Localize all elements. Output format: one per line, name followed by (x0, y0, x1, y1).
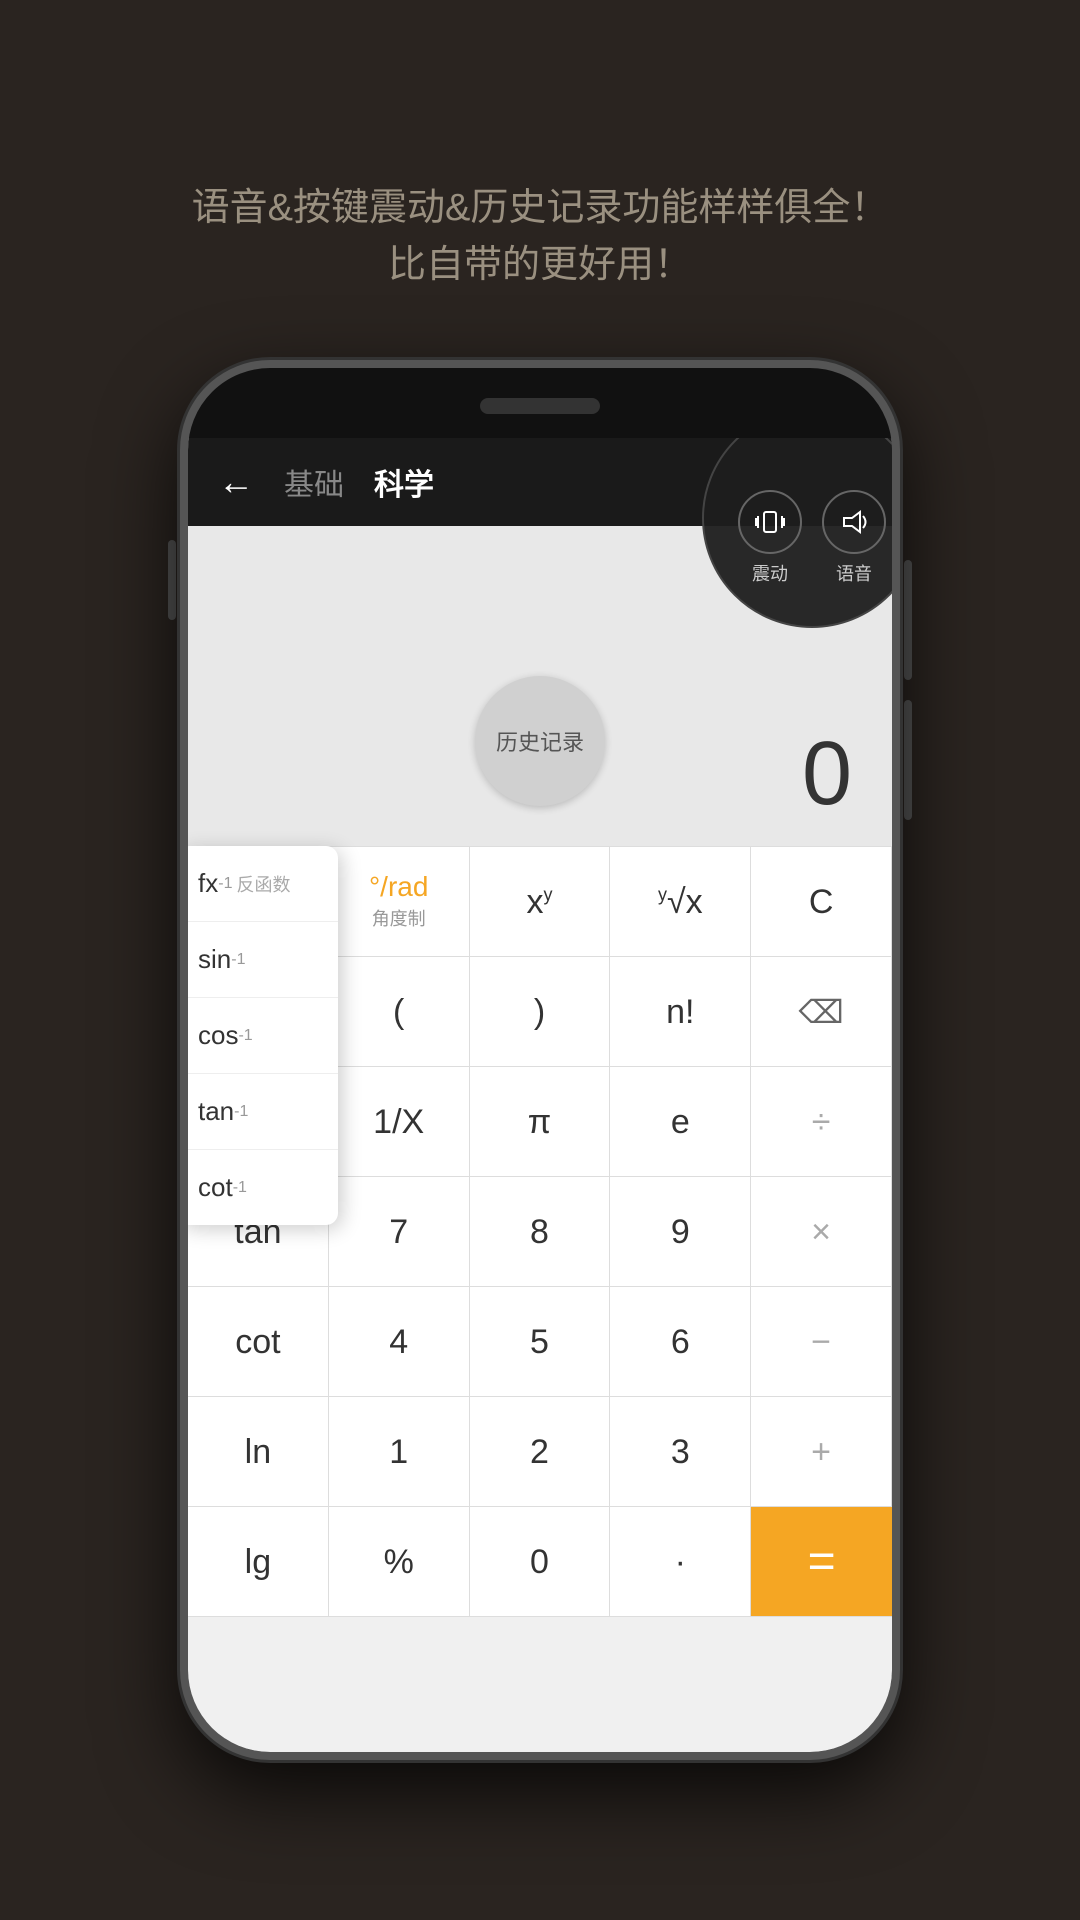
vibrate-label: 震动 (752, 560, 788, 586)
drawer-item-fx-inv[interactable]: fx-1 反函数 (188, 846, 338, 922)
drawer-item-sin-inv[interactable]: sin-1 (188, 922, 338, 998)
key-open-paren[interactable]: ( (329, 957, 470, 1067)
tab-science[interactable]: 科学 (374, 460, 434, 504)
key-pi[interactable]: π (470, 1067, 611, 1177)
keyboard: fx-1 反函数 sin-1 cos-1 tan-1 cot-1 (188, 846, 892, 1617)
key-percent[interactable]: % (329, 1507, 470, 1617)
key-cot[interactable]: cot (188, 1287, 329, 1397)
key-degree-rad[interactable]: °/rad 角度制 (329, 847, 470, 957)
key-3[interactable]: 3 (610, 1397, 751, 1507)
key-6[interactable]: 6 (610, 1287, 751, 1397)
key-2[interactable]: 2 (470, 1397, 611, 1507)
key-multiply[interactable]: × (751, 1177, 892, 1287)
key-root[interactable]: y√x (610, 847, 751, 957)
tab-basic[interactable]: 基础 (284, 460, 344, 504)
app-header: ← 基础 科学 (188, 438, 892, 526)
key-close-paren[interactable]: ) (470, 957, 611, 1067)
key-0[interactable]: 0 (470, 1507, 611, 1617)
key-decimal[interactable]: · (610, 1507, 751, 1617)
phone-shell: ← 基础 科学 (180, 360, 900, 1760)
key-subtract[interactable]: − (751, 1287, 892, 1397)
key-clear[interactable]: C (751, 847, 892, 957)
drawer-item-cot-inv[interactable]: cot-1 (188, 1150, 338, 1225)
phone-speaker (480, 398, 600, 414)
vibrate-option[interactable]: 震动 (738, 490, 802, 586)
key-factorial[interactable]: n! (610, 957, 751, 1067)
key-inverse[interactable]: 1/X (329, 1067, 470, 1177)
key-9[interactable]: 9 (610, 1177, 751, 1287)
phone-mockup: ← 基础 科学 (180, 360, 900, 1760)
phone-screen: ← 基础 科学 (188, 438, 892, 1752)
key-euler[interactable]: e (610, 1067, 751, 1177)
voice-icon (822, 490, 886, 554)
key-add[interactable]: + (751, 1397, 892, 1507)
key-backspace[interactable]: ⌫ (751, 957, 892, 1067)
voice-option[interactable]: 语音 (822, 490, 886, 586)
key-5[interactable]: 5 (470, 1287, 611, 1397)
vibrate-icon (738, 490, 802, 554)
back-button[interactable]: ← (218, 461, 254, 503)
volume-down-button (904, 700, 912, 820)
drawer-item-tan-inv[interactable]: tan-1 (188, 1074, 338, 1150)
key-lg[interactable]: lg (188, 1507, 329, 1617)
function-drawer: fx-1 反函数 sin-1 cos-1 tan-1 cot-1 (188, 846, 338, 1225)
promo-text: 语音&按键震动&历史记录功能样样俱全！ 比自带的更好用！ (0, 0, 1080, 354)
history-button[interactable]: 历史记录 (475, 676, 605, 806)
key-4[interactable]: 4 (329, 1287, 470, 1397)
nav-tabs: 基础 科学 (284, 460, 434, 504)
key-7[interactable]: 7 (329, 1177, 470, 1287)
display-number: 0 (802, 723, 852, 826)
history-label: 历史记录 (496, 725, 584, 757)
power-button (904, 560, 912, 680)
key-8[interactable]: 8 (470, 1177, 611, 1287)
key-ln[interactable]: ln (188, 1397, 329, 1507)
key-1[interactable]: 1 (329, 1397, 470, 1507)
key-equals[interactable]: = (751, 1507, 892, 1617)
volume-button (168, 540, 176, 620)
key-power[interactable]: xy (470, 847, 611, 957)
key-divide[interactable]: ÷ (751, 1067, 892, 1177)
voice-label: 语音 (836, 560, 872, 586)
drawer-item-cos-inv[interactable]: cos-1 (188, 998, 338, 1074)
